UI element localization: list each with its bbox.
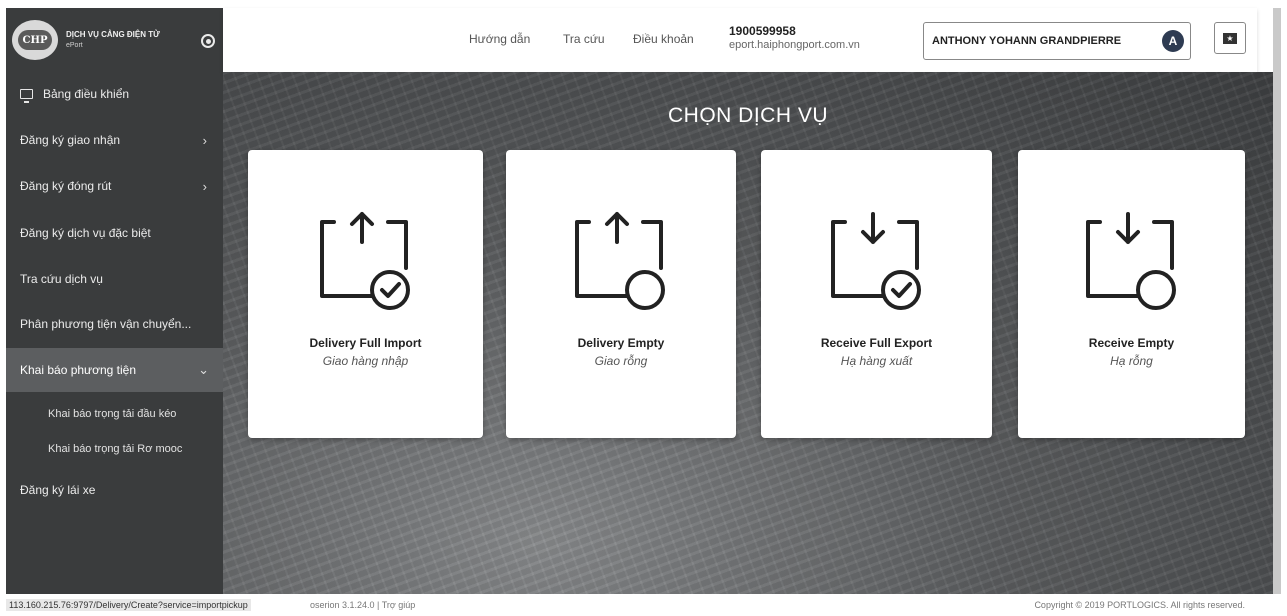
sidebar-item-label: Bảng điều khiển [43, 87, 130, 101]
service-card-title: Delivery Empty [577, 336, 665, 350]
page-title: CHỌN DỊCH VỤ [667, 104, 828, 127]
chevron-down-icon: ⌄ [198, 362, 209, 377]
service-card-subtitle: Giao rỗng [594, 354, 648, 368]
sidebar-subitem-tractor-load[interactable]: Khai báo trọng tải đầu kéo [6, 399, 223, 429]
service-card-subtitle: Hạ rỗng [1110, 354, 1153, 368]
service-card-delivery-empty[interactable]: Delivery Empty Giao rỗng [506, 150, 736, 438]
service-card-subtitle: Hạ hàng xuất [840, 354, 913, 368]
nav-lookup-link[interactable]: Tra cứu [563, 32, 605, 46]
box-upload-empty-icon [575, 212, 665, 310]
box-download-empty-icon [1085, 212, 1176, 310]
nav-terms-link[interactable]: Điều khoản [633, 32, 694, 46]
sidebar-toggle-icon[interactable] [201, 34, 215, 48]
main-content: CHỌN DỊCH VỤ Delivery Full Import Giao h… [223, 72, 1273, 594]
contact-info: 1900599958 eport.haiphongport.com.vn [729, 24, 860, 52]
footer: 113.160.215.76:9797/Delivery/Create?serv… [0, 594, 1287, 616]
sidebar-item-dashboard[interactable]: Bảng điều khiển [6, 74, 223, 114]
sidebar-item-driver-registration[interactable]: Đăng ký lái xe [6, 470, 223, 510]
status-bar-url: 113.160.215.76:9797/Delivery/Create?serv… [6, 599, 251, 611]
service-card-receive-empty[interactable]: Receive Empty Hạ rỗng [1018, 150, 1245, 438]
service-card-subtitle: Giao hàng nhập [322, 354, 409, 368]
sidebar-subitem-label: Khai báo trọng tải đầu kéo [48, 408, 177, 420]
scrollbar[interactable] [1273, 8, 1281, 594]
chevron-right-icon: › [202, 178, 207, 194]
monitor-icon [20, 89, 33, 103]
service-card-receive-full-export[interactable]: Receive Full Export Hạ hàng xuất [761, 150, 992, 438]
sidebar-item-label: Phân phương tiện vận chuyển... [20, 317, 192, 331]
brand[interactable]: CHP DỊCH VỤ CẢNG ĐIỆN TỬ ePort [6, 8, 223, 72]
website-link[interactable]: eport.haiphongport.com.vn [729, 38, 860, 52]
vietnam-flag-icon: ★ [1223, 32, 1237, 44]
chevron-right-icon: › [202, 132, 207, 148]
sidebar: CHP DỊCH VỤ CẢNG ĐIỆN TỬ ePort Bảng điều… [6, 8, 223, 594]
sidebar-item-label: Tra cứu dịch vụ [20, 272, 103, 286]
service-card-delivery-full-import[interactable]: Delivery Full Import Giao hàng nhập [248, 150, 483, 438]
hotline-phone: 1900599958 [729, 24, 796, 38]
service-card-title: Delivery Full Import [309, 336, 422, 350]
sidebar-item-label: Khai báo phương tiện [20, 363, 136, 377]
brand-title: DỊCH VỤ CẢNG ĐIỆN TỬ [66, 30, 160, 39]
sidebar-item-vehicle-assignment[interactable]: Phân phương tiện vận chuyển... [6, 304, 223, 344]
service-card-title: Receive Full Export [820, 336, 933, 350]
user-menu-button[interactable]: ANTHONY YOHANN GRANDPIERRE A [923, 22, 1191, 60]
user-name: ANTHONY YOHANN GRANDPIERRE [932, 35, 1122, 47]
sidebar-item-vehicle-declaration[interactable]: Khai báo phương tiện ⌄ [6, 348, 223, 392]
sidebar-item-label: Đăng ký lái xe [20, 483, 96, 497]
top-header: Hướng dẫn Tra cứu Điều khoản 1900599958 … [223, 8, 1257, 72]
sidebar-item-label: Đăng ký dịch vụ đặc biệt [20, 226, 151, 240]
sidebar-subitem-label: Khai báo trọng tải Rơ mooc [48, 443, 183, 455]
language-button[interactable]: ★ [1214, 22, 1246, 54]
sidebar-item-special-service[interactable]: Đăng ký dịch vụ đặc biệt [6, 213, 223, 253]
box-upload-check-icon [319, 212, 410, 310]
brand-subtitle: ePort [66, 42, 83, 49]
sidebar-item-label: Đăng ký giao nhận [20, 133, 121, 147]
copyright-text: Copyright © 2019 PORTLOGICS. All rights … [1034, 600, 1245, 610]
sidebar-item-service-lookup[interactable]: Tra cứu dịch vụ [6, 259, 223, 299]
sidebar-item-label: Đăng ký đóng rút [20, 179, 112, 193]
box-download-check-icon [830, 212, 921, 310]
version-text: oserion 3.1.24.0 | Trợ giúp [310, 600, 416, 610]
logo-text: CHP [18, 30, 52, 50]
sidebar-subitem-trailer-load[interactable]: Khai báo trọng tải Rơ mooc [6, 434, 223, 464]
service-card-title: Receive Empty [1088, 336, 1175, 350]
avatar: A [1162, 30, 1184, 52]
logo: CHP [12, 20, 58, 60]
sidebar-item-delivery-registration[interactable]: Đăng ký giao nhận › [6, 120, 223, 160]
sidebar-item-stuffing-registration[interactable]: Đăng ký đóng rút › [6, 166, 223, 206]
nav-guide-link[interactable]: Hướng dẫn [469, 32, 530, 46]
